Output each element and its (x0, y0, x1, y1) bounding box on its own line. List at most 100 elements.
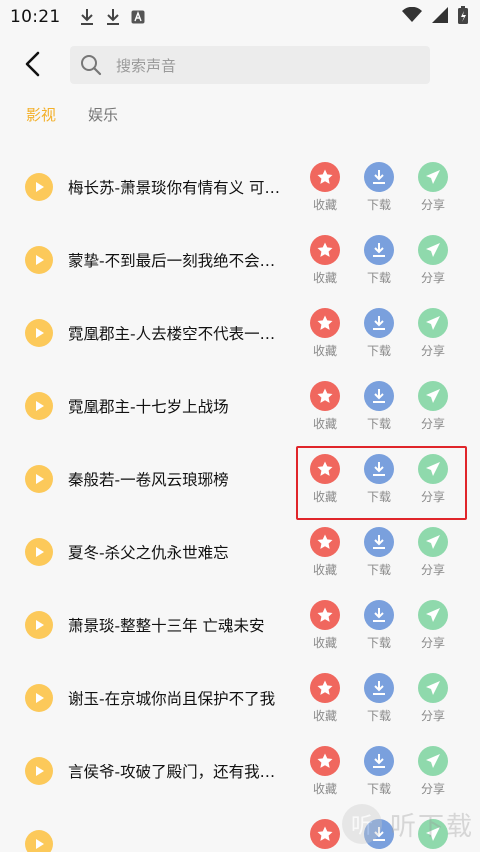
download-button[interactable]: 下载 (359, 746, 399, 797)
download-label: 下载 (366, 417, 391, 431)
list-item[interactable]: 霓凰郡主-人去楼空不代表一… 收藏 下载 分享 (0, 296, 480, 369)
play-icon (33, 400, 45, 412)
download-button[interactable]: 下载 (359, 454, 399, 505)
tab-film[interactable]: 影视 (26, 104, 56, 125)
list-item[interactable]: 言侯爷-攻破了殿门，还有我… 收藏 下载 分享 (0, 734, 480, 807)
download-label: 下载 (366, 563, 391, 577)
download-button[interactable]: 下载 (359, 162, 399, 213)
search-icon (81, 55, 102, 76)
item-title: 蒙挚-不到最后一刻我绝不会… (68, 252, 276, 270)
share-icon (418, 600, 448, 630)
category-tabs: 影视 娱乐 (26, 104, 118, 125)
favorite-button[interactable]: 收藏 (305, 308, 345, 359)
favorite-button[interactable]: 收藏 (305, 527, 345, 578)
share-button[interactable]: 分享 (413, 381, 453, 432)
share-icon (418, 235, 448, 265)
download-label: 下载 (366, 344, 391, 358)
item-title: 秦般若-一卷风云琅琊榜 (68, 471, 229, 489)
download-button[interactable]: 下载 (359, 600, 399, 651)
play-button[interactable] (25, 246, 53, 274)
download-label: 下载 (366, 636, 391, 650)
download-icon (364, 308, 394, 338)
download-button[interactable]: 下载 (359, 673, 399, 724)
play-icon (33, 619, 45, 631)
share-icon (418, 673, 448, 703)
share-icon (418, 381, 448, 411)
back-button[interactable] (20, 50, 46, 78)
list-item[interactable]: 收藏下载分享 (0, 807, 480, 852)
star-icon (310, 235, 340, 265)
download-label: 下载 (366, 271, 391, 285)
search-placeholder: 搜索声音 (116, 56, 177, 75)
download-icon (364, 819, 394, 849)
favorite-label: 收藏 (312, 490, 337, 504)
signal-icon (432, 7, 448, 27)
share-button[interactable]: 分享 (413, 746, 453, 797)
item-title: 谢玉-在京城你尚且保护不了我 (68, 690, 276, 708)
share-label: 分享 (420, 417, 445, 431)
share-button[interactable]: 分享 (413, 527, 453, 578)
share-button[interactable]: 分享 (413, 600, 453, 651)
share-button[interactable]: 分享 (413, 308, 453, 359)
share-label: 分享 (420, 344, 445, 358)
play-button[interactable] (25, 392, 53, 420)
download-button[interactable]: 下载 (359, 819, 399, 852)
share-button[interactable]: 分享 (413, 819, 453, 852)
list-item[interactable]: 谢玉-在京城你尚且保护不了我 收藏 下载 分享 (0, 661, 480, 734)
item-title: 萧景琰-整整十三年 亡魂未安 (68, 617, 265, 635)
item-title: 言侯爷-攻破了殿门，还有我… (68, 763, 276, 781)
sound-list: 梅长苏-萧景琰你有情有义 可… 收藏 下载 分享 蒙挚-不到最后一刻我绝不会… 收藏 下载分… (0, 150, 480, 852)
play-button[interactable] (25, 173, 53, 201)
wifi-icon (402, 6, 422, 27)
play-button[interactable] (25, 611, 53, 639)
play-button[interactable] (25, 319, 53, 347)
share-icon (418, 162, 448, 192)
favorite-button[interactable]: 收藏 (305, 673, 345, 724)
favorite-label: 收藏 (312, 198, 337, 212)
list-item[interactable]: 秦般若-一卷风云琅琊榜收藏 下载 分享 (0, 442, 480, 515)
favorite-button[interactable]: 收藏 (305, 600, 345, 651)
battery-icon (458, 6, 468, 28)
play-button[interactable] (25, 830, 53, 852)
list-item[interactable]: 夏冬-杀父之仇永世难忘 收藏 下载 分享 (0, 515, 480, 588)
favorite-label: 收藏 (312, 636, 337, 650)
list-item[interactable]: 梅长苏-萧景琰你有情有义 可… 收藏 下载 分享 (0, 150, 480, 223)
star-icon (310, 162, 340, 192)
play-button[interactable] (25, 465, 53, 493)
play-button[interactable] (25, 757, 53, 785)
download-icon (364, 381, 394, 411)
favorite-button[interactable]: 收藏 (305, 454, 345, 505)
favorite-button[interactable]: 收藏 (305, 235, 345, 286)
favorite-label: 收藏 (312, 563, 337, 577)
favorite-button[interactable]: 收藏 (305, 819, 345, 852)
app-notification-icon (131, 10, 145, 24)
download-label: 下载 (366, 198, 391, 212)
search-input[interactable]: 搜索声音 (70, 46, 430, 84)
download-button[interactable]: 下载 (359, 381, 399, 432)
list-item[interactable]: 蒙挚-不到最后一刻我绝不会… 收藏 下载 分享 (0, 223, 480, 296)
download-button[interactable]: 下载 (359, 235, 399, 286)
item-title: 霓凰郡主-十七岁上战场 (68, 398, 229, 416)
list-item[interactable]: 萧景琰-整整十三年 亡魂未安收藏 下载 分享 (0, 588, 480, 661)
star-icon (310, 600, 340, 630)
favorite-button[interactable]: 收藏 (305, 162, 345, 213)
tab-entertainment[interactable]: 娱乐 (88, 104, 118, 125)
download-button[interactable]: 下载 (359, 527, 399, 578)
share-button[interactable]: 分享 (413, 162, 453, 213)
list-item[interactable]: 霓凰郡主-十七岁上战场 收藏 下载 分享 (0, 369, 480, 442)
back-arrow-icon (25, 51, 40, 77)
download-icon (364, 746, 394, 776)
share-button[interactable]: 分享 (413, 673, 453, 724)
download-button[interactable]: 下载 (359, 308, 399, 359)
play-button[interactable] (25, 684, 53, 712)
share-button[interactable]: 分享 (413, 235, 453, 286)
share-icon (418, 454, 448, 484)
top-bar: 搜索声音 (0, 44, 480, 84)
download-label: 下载 (366, 782, 391, 796)
favorite-label: 收藏 (312, 344, 337, 358)
download-icon (364, 527, 394, 557)
play-button[interactable] (25, 538, 53, 566)
favorite-button[interactable]: 收藏 (305, 381, 345, 432)
favorite-button[interactable]: 收藏 (305, 746, 345, 797)
share-button[interactable]: 分享 (413, 454, 453, 505)
